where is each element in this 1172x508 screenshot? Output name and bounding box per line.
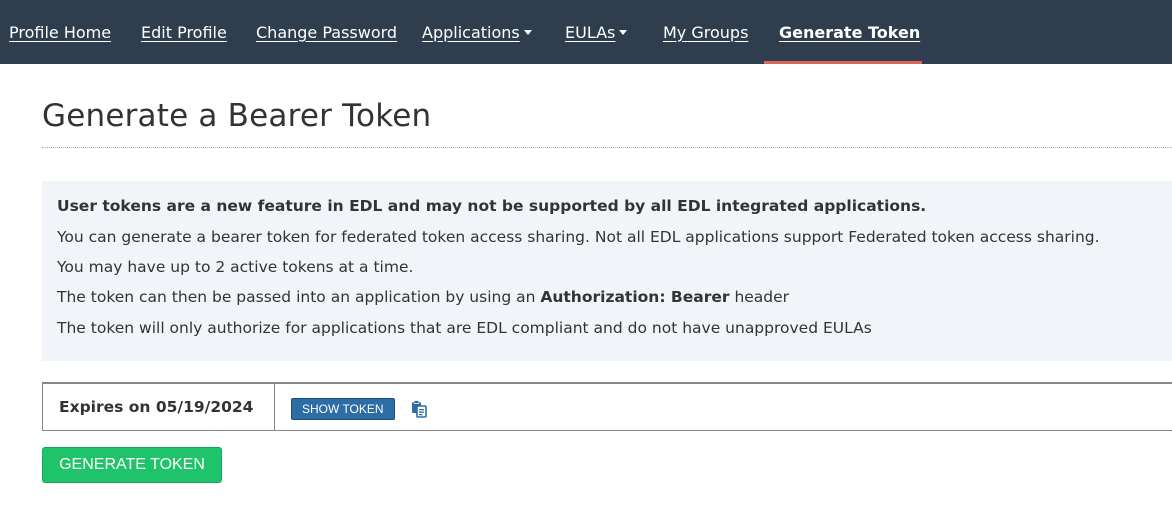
nav-applications-dropdown[interactable]: Applications	[422, 0, 532, 64]
nav-generate-token[interactable]: Generate Token	[779, 0, 920, 64]
page-title: Generate a Bearer Token	[42, 98, 432, 134]
info-line-authorization-prefix: The token can then be passed into an app…	[57, 288, 541, 306]
nav-profile-home[interactable]: Profile Home	[9, 0, 111, 64]
nav-applications-label: Applications	[422, 22, 520, 42]
nav-edit-profile[interactable]: Edit Profile	[141, 0, 227, 64]
authorization-header-text: Authorization: Bearer	[540, 288, 730, 306]
info-line-authorization: The token can then be passed into an app…	[57, 288, 789, 306]
nav-eulas-label: EULAs	[565, 22, 616, 42]
nav-my-groups-label: My Groups	[663, 22, 749, 42]
info-line-eula: The token will only authorize for applic…	[57, 319, 872, 337]
nav-profile-home-label: Profile Home	[9, 22, 112, 42]
nav-change-password-label: Change Password	[256, 22, 398, 42]
info-line-active-tokens: You may have up to 2 active tokens at a …	[57, 258, 414, 276]
info-panel: User tokens are a new feature in EDL and…	[42, 181, 1172, 361]
show-token-button[interactable]: SHOW TOKEN	[291, 398, 395, 420]
nav-eulas-dropdown[interactable]: EULAs	[565, 0, 628, 64]
top-nav-bar: Profile Home Edit Profile Change Passwor…	[0, 0, 1172, 64]
nav-change-password[interactable]: Change Password	[256, 0, 397, 64]
token-expiry: Expires on 05/19/2024	[43, 384, 275, 430]
token-table: Expires on 05/19/2024 SHOW TOKEN	[42, 382, 1172, 431]
nav-edit-profile-label: Edit Profile	[141, 22, 227, 42]
nav-generate-token-label: Generate Token	[779, 22, 921, 42]
caret-down-icon	[523, 29, 532, 35]
info-line-federated: You can generate a bearer token for fede…	[57, 228, 1100, 246]
info-notice: User tokens are a new feature in EDL and…	[57, 197, 927, 215]
info-line-authorization-suffix: header	[729, 288, 790, 306]
active-tab-indicator	[764, 61, 922, 64]
generate-token-button[interactable]: GENERATE TOKEN	[42, 447, 222, 483]
caret-down-icon	[619, 29, 628, 35]
copy-icon[interactable]	[410, 400, 428, 418]
title-divider	[42, 147, 1172, 148]
nav-my-groups[interactable]: My Groups	[663, 0, 748, 64]
